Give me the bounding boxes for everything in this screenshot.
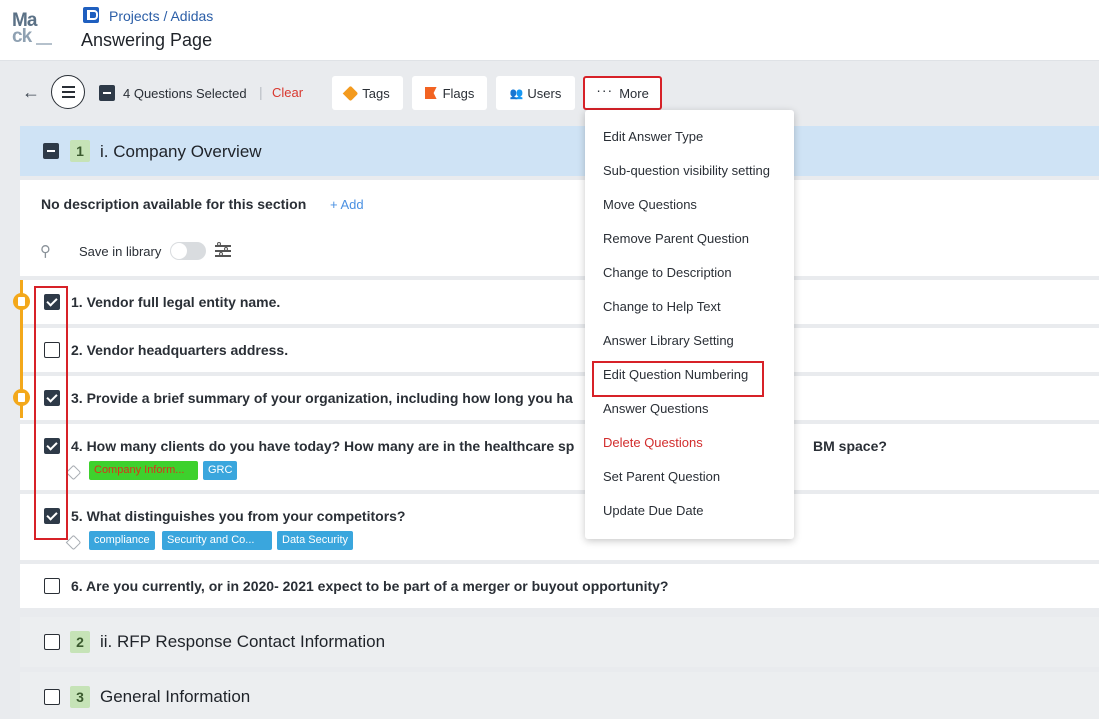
question-row[interactable]: 3. Provide a brief summary of your organ… <box>20 376 1099 420</box>
section-description-panel: No description available for this sectio… <box>20 180 1099 276</box>
tag-chip[interactable]: GRC <box>203 461 238 480</box>
menu-item-change-to-help-text[interactable]: Change to Help Text <box>603 299 721 314</box>
tag-chip[interactable]: Data Security <box>277 531 354 550</box>
question-row[interactable]: 6. Are you currently, or in 2020- 2021 e… <box>20 564 1099 608</box>
question-row[interactable]: 4. How many clients do you have today? H… <box>20 424 1099 490</box>
tag-chip[interactable]: compliance <box>89 531 155 550</box>
section-number-badge: 3 <box>70 686 90 708</box>
section-number-badge: 1 <box>70 140 90 162</box>
section-number-badge: 2 <box>70 631 90 653</box>
tag-outline-icon[interactable] <box>65 464 82 481</box>
menu-item-move-questions[interactable]: Move Questions <box>603 197 697 212</box>
menu-item-delete-questions[interactable]: Delete Questions <box>603 435 703 450</box>
question-checkbox[interactable] <box>44 294 60 310</box>
question-text: 3. Provide a brief summary of your organ… <box>71 390 573 406</box>
question-text: 5. What distinguishes you from your comp… <box>71 508 406 524</box>
flags-button[interactable]: Flags <box>412 76 487 110</box>
page-title: Answering Page <box>81 30 213 50</box>
save-in-library-toggle[interactable] <box>170 242 206 260</box>
more-dropdown-menu: Edit Answer Type Sub-question visibility… <box>585 110 794 539</box>
question-text: 2. Vendor headquarters address. <box>71 342 289 358</box>
question-checkbox[interactable] <box>44 508 60 524</box>
section-checkbox[interactable] <box>44 634 60 650</box>
section-header-3[interactable]: 3 General Information <box>20 672 1099 719</box>
users-button[interactable]: 👥 Users <box>496 76 575 110</box>
menu-item-change-to-description[interactable]: Change to Description <box>603 265 732 280</box>
menu-item-remove-parent-question[interactable]: Remove Parent Question <box>603 231 749 246</box>
section-header-2[interactable]: 2 ii. RFP Response Contact Information <box>20 617 1099 667</box>
users-icon: 👥 <box>509 87 524 100</box>
app-header: Ma ck Projects / Adidas Answering Page <box>0 0 1099 61</box>
section-header-1[interactable]: 1 i. Company Overview <box>20 126 1099 176</box>
section-title: ii. RFP Response Contact Information <box>100 632 386 651</box>
question-text: 6. Are you currently, or in 2020- 2021 e… <box>71 578 669 594</box>
tag-chip[interactable]: Company Inform... <box>89 461 198 480</box>
more-button[interactable]: ··· More <box>583 76 662 110</box>
menu-item-answer-library-setting[interactable]: Answer Library Setting <box>603 333 734 348</box>
divider: | <box>259 84 263 100</box>
question-checkbox[interactable] <box>44 438 60 454</box>
tag-icon <box>342 85 359 101</box>
section-checkbox[interactable] <box>44 689 60 705</box>
add-description-link[interactable]: + Add <box>330 197 364 212</box>
save-in-library-label: Save in library <box>79 244 162 259</box>
breadcrumb[interactable]: Projects / Adidas <box>109 8 213 24</box>
menu-item-sub-question-visibility[interactable]: Sub-question visibility setting <box>603 163 770 178</box>
menu-item-edit-answer-type[interactable]: Edit Answer Type <box>603 129 703 144</box>
menu-item-answer-questions[interactable]: Answer Questions <box>603 401 709 416</box>
menu-item-edit-question-numbering[interactable]: Edit Question Numbering <box>603 367 748 382</box>
question-row[interactable]: 2. Vendor headquarters address. <box>20 328 1099 372</box>
question-checkbox[interactable] <box>44 342 60 358</box>
attachment-icon[interactable]: ⚲ <box>40 242 51 260</box>
question-row[interactable]: 1. Vendor full legal entity name. <box>20 280 1099 324</box>
back-arrow-icon[interactable]: ← <box>22 82 40 103</box>
hamburger-menu-button[interactable] <box>51 75 85 109</box>
tag-chip[interactable]: Security and Co... <box>162 531 272 550</box>
question-checkbox[interactable] <box>44 578 60 594</box>
mack-logo[interactable]: Ma ck <box>12 10 52 48</box>
question-text: 1. Vendor full legal entity name. <box>71 294 281 310</box>
settings-sliders-icon[interactable] <box>215 242 231 258</box>
question-text: 4. How many clients do you have today? H… <box>71 438 575 454</box>
ellipsis-icon: ··· <box>596 82 614 98</box>
selected-count: 4 Questions Selected <box>123 86 247 101</box>
menu-item-set-parent-question[interactable]: Set Parent Question <box>603 469 720 484</box>
clear-selection-link[interactable]: Clear <box>272 85 303 100</box>
tags-button[interactable]: Tags <box>332 76 403 110</box>
section-title: General Information <box>100 687 251 706</box>
question-row[interactable]: 5. What distinguishes you from your comp… <box>20 494 1099 560</box>
tag-outline-icon[interactable] <box>65 534 82 551</box>
project-icon <box>83 7 99 23</box>
comment-flag-icon[interactable] <box>13 389 30 406</box>
section-title: i. Company Overview <box>100 142 262 161</box>
flag-icon <box>424 87 437 99</box>
section-collapse-checkbox[interactable] <box>43 143 59 159</box>
section-description: No description available for this sectio… <box>41 196 307 212</box>
question-text-tail: BM space? <box>813 438 887 454</box>
menu-item-update-due-date[interactable]: Update Due Date <box>603 503 703 518</box>
select-all-checkbox[interactable] <box>99 85 115 101</box>
question-checkbox[interactable] <box>44 390 60 406</box>
comment-flag-icon[interactable] <box>13 293 30 310</box>
